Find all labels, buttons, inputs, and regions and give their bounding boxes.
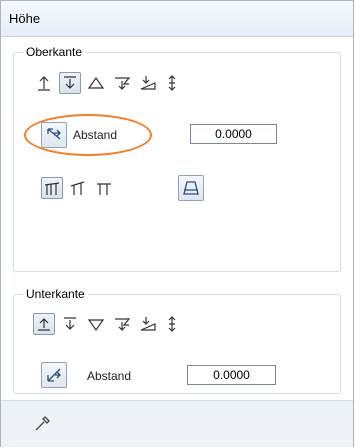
- arrow-up-box-icon[interactable]: [33, 313, 55, 335]
- roof-frame-icon[interactable]: [41, 177, 63, 199]
- arrow-down-to-line-icon[interactable]: [59, 72, 81, 94]
- triangle-down-icon[interactable]: [85, 313, 107, 335]
- lower-distance-field[interactable]: [187, 365, 276, 385]
- lower-distance-label: Abstand: [87, 369, 132, 383]
- arrow-up-from-line-icon[interactable]: [33, 72, 55, 94]
- arrow-down-to-line-icon[interactable]: [59, 313, 81, 335]
- plane-down-icon[interactable]: [111, 72, 133, 94]
- eyedropper-icon[interactable]: [31, 413, 53, 435]
- slope-distance-icon[interactable]: [41, 362, 67, 388]
- height-dialog: Höhe Oberkante Abstand Unterkante: [0, 0, 354, 447]
- roof-frame-open-icon[interactable]: [93, 177, 115, 199]
- height-adjust-icon[interactable]: [161, 313, 183, 335]
- title-bar: Höhe: [1, 1, 353, 37]
- height-adjust-icon[interactable]: [161, 72, 183, 94]
- upper-distance-field[interactable]: [190, 124, 277, 144]
- bottom-toolbar: [1, 400, 353, 447]
- slope-plane-icon[interactable]: [137, 313, 159, 335]
- annotation-highlight: [24, 114, 152, 156]
- triangle-up-icon[interactable]: [85, 72, 107, 94]
- upper-edge-label: Oberkante: [23, 45, 86, 59]
- trapezoid-icon[interactable]: [178, 175, 204, 201]
- roof-frame-half-icon[interactable]: [67, 177, 89, 199]
- slope-plane-icon[interactable]: [137, 72, 159, 94]
- lower-edge-label: Unterkante: [23, 287, 88, 301]
- plane-down-icon[interactable]: [111, 313, 133, 335]
- window-title: Höhe: [9, 11, 41, 26]
